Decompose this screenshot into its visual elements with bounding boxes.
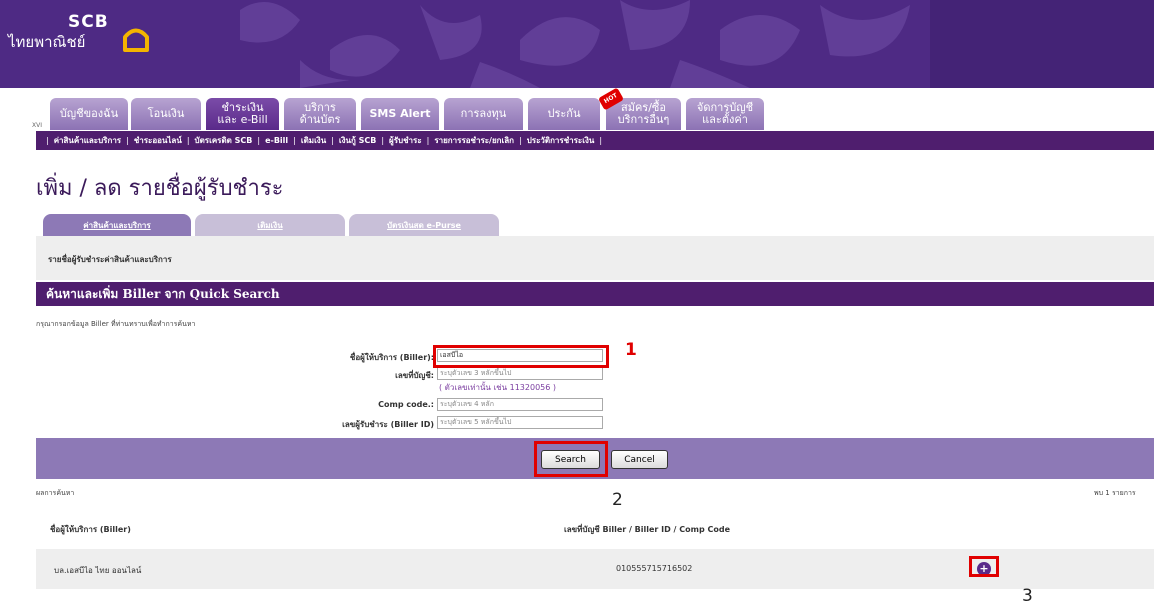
step-2-marker: 2 [612,490,623,510]
search-hint: กรุณากรอกข้อมูล Biller ที่ท่านทราบเพื่อท… [36,320,196,328]
tab-insurance[interactable]: ประกัน [528,98,600,130]
logo-scb-text: SCB [68,12,109,32]
comp-code-input[interactable]: ระบุตัวเลข 4 หลัก [437,398,603,411]
account-number-cell: 010555715716502 [616,564,693,573]
tab-card-services[interactable]: บริการ ด้านบัตร [284,98,356,130]
tab-label: ชำระเงิน และ e-Bill [217,101,268,126]
biller-id-label: เลขผู้รับชำระ (Biller ID) [342,420,434,429]
highlight-box-2 [534,441,608,477]
subnav-item-payee[interactable]: ผู้รับชำระ [384,134,427,147]
tab-transfer[interactable]: โอนเงิน [131,98,201,130]
tab-label: บริการ ด้านบัตร [299,101,341,126]
step-3-marker: 3 [1022,586,1033,606]
tab-account-settings[interactable]: จัดการบัญชี และตั้งค่า [686,98,764,130]
account-label: เลขที่บัญชี: [395,371,434,380]
highlight-box-3 [969,556,999,577]
quick-search-header: ค้นหาและเพิ่ม Biller จาก Quick Search [36,282,1154,306]
tab-sms-alert[interactable]: SMS Alert [361,98,439,130]
subnav-item-loan[interactable]: เงินกู้ SCB [334,134,381,147]
payee-list-label: รายชื่อผู้รับชำระค่าสินค้าและบริการ [48,255,172,264]
subnav-item-pending[interactable]: รายการรอชำระ/ยกเลิก [429,134,519,147]
results-count: พบ 1 รายการ [1094,489,1136,497]
banner-pattern [0,0,1154,88]
tab-payment-ebill[interactable]: ชำระเงิน และ e-Bill [206,98,279,130]
house-icon [123,28,149,52]
sub-nav: | ค่าสินค้าและบริการ | ชำระออนไลน์ | บัต… [36,131,1154,150]
column-header-account: เลขที่บัญชี Biller / Biller ID / Comp Co… [564,525,730,534]
tab-label: การลงทุน [460,107,507,120]
biller-name-cell: บล.เอสบีไอ ไทย ออนไลน์ [54,566,142,575]
step-1-marker: 1 [625,340,637,360]
tab-label: SMS Alert [369,107,431,120]
tab-products-services[interactable]: ค่าสินค้าและบริการ [43,214,191,236]
page-title: เพิ่ม / ลด รายชื่อผู้รับชำระ [36,176,284,201]
account-note: ( ตัวเลขเท่านั้น เช่น 11320056 ) [439,383,556,392]
tab-my-account[interactable]: บัญชีของฉัน [50,98,128,130]
tab-apply-services[interactable]: HOT สมัคร/ซื้อ บริการอื่นๆ [597,87,681,130]
tab-label: สมัคร/ซื้อ บริการอื่นๆ [617,101,670,126]
tab-label: ประกัน [547,107,581,120]
biller-label: ชื่อผู้ให้บริการ (Biller): [349,353,434,362]
results-label: ผลการค้นหา [36,489,75,497]
comp-code-label: Comp code.: [378,400,434,409]
subnav-item-credit-card[interactable]: บัตรเครดิต SCB [190,134,258,147]
biller-id-input[interactable]: ระบุตัวเลข 5 หลักขึ้นไป [437,416,603,429]
column-header-biller: ชื่อผู้ให้บริการ (Biller) [50,525,131,534]
main-nav: XVI บัญชีของฉัน โอนเงิน ชำระเงิน และ e-B… [0,87,1154,130]
subnav-item-topup[interactable]: เติมเงิน [296,134,331,147]
highlight-box-1 [433,345,609,368]
tab-epurse[interactable]: บัตรเงินสด e-Purse [349,214,499,236]
tab-topup[interactable]: เติมเงิน [195,214,345,236]
tab-label: บัญชีของฉัน [59,107,119,120]
header-banner: SCB ไทยพาณิชย์ [0,0,1154,88]
subnav-item-online[interactable]: ชำระออนไลน์ [129,134,187,147]
subnav-item-history[interactable]: ประวัติการชำระเงิน [522,134,600,147]
tab-investment[interactable]: การลงทุน [444,98,523,130]
account-input[interactable]: ระบุตัวเลข 3 หลักขึ้นไป [437,367,603,380]
tab-label: โอนเงิน [147,107,185,120]
nav-xvi-label: XVI [32,122,42,129]
cancel-button[interactable]: Cancel [611,450,668,469]
results-table-header: ชื่อผู้ให้บริการ (Biller) เลขที่บัญชี Bi… [36,511,1154,541]
subnav-item-products[interactable]: ค่าสินค้าและบริการ [49,134,126,147]
payee-list-section: รายชื่อผู้รับชำระค่าสินค้าและบริการ [36,236,1154,280]
logo-thai-text: ไทยพาณิชย์ [8,33,86,51]
subnav-item-ebill[interactable]: e-Bill [260,136,293,145]
tab-label: จัดการบัญชี และตั้งค่า [696,101,754,126]
